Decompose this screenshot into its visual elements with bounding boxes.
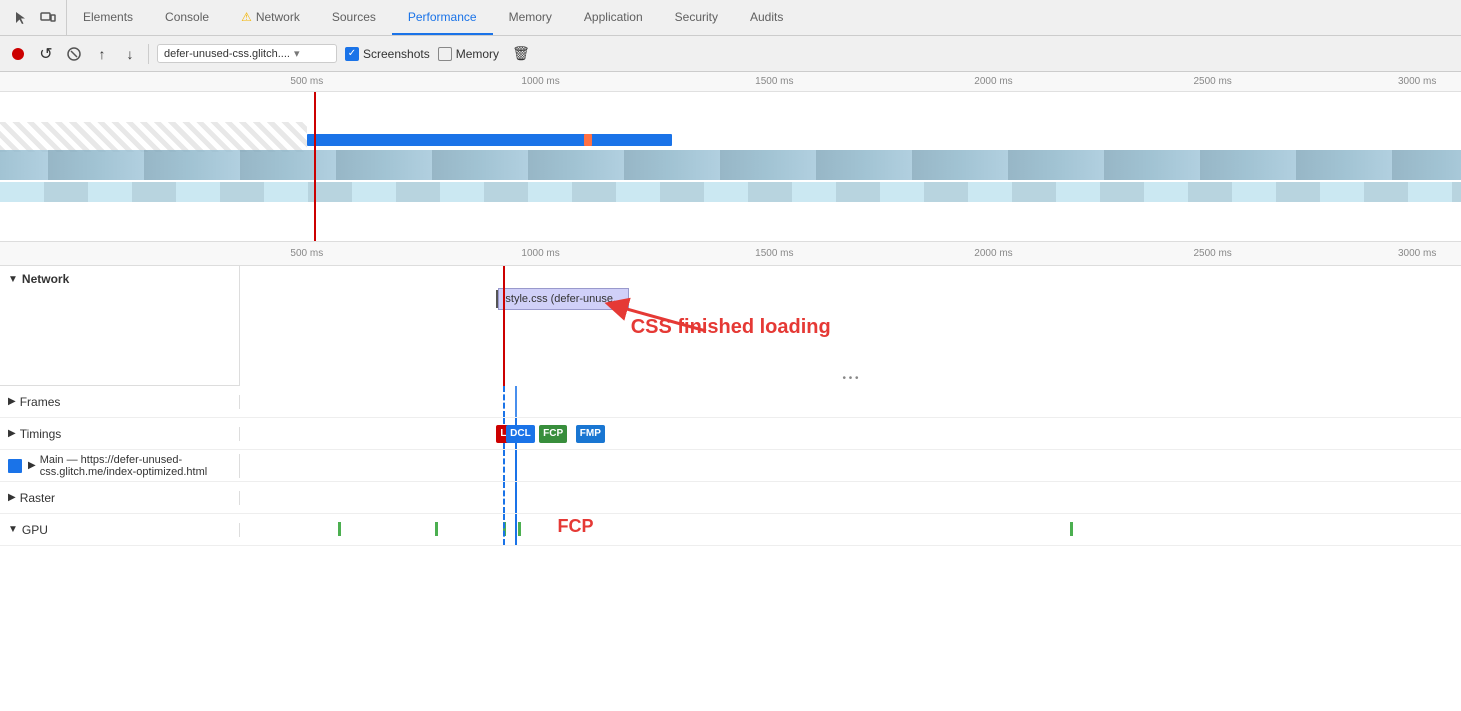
separator	[148, 44, 149, 64]
raster-blue-dashed	[503, 482, 505, 513]
gpu-label: ▼ GPU	[0, 523, 240, 537]
css-bar-body[interactable]: style.css (defer-unuse...	[498, 288, 629, 310]
css-bar-container: style.css (defer-unuse...	[496, 288, 629, 310]
network-red-line	[503, 266, 505, 386]
tick-3000: 3000 ms	[1398, 76, 1436, 87]
tab-sources[interactable]: Sources	[316, 0, 392, 35]
gpu-row: ▼ GPU FCP	[0, 514, 1461, 546]
frames-expand-icon[interactable]: ▶	[8, 396, 16, 407]
network-timeline: style.css (defer-unuse... CSS finished l…	[240, 266, 1461, 386]
network-bar	[307, 134, 672, 146]
network-bar-marker	[584, 134, 592, 146]
trash-button[interactable]: 🗑	[511, 44, 531, 64]
toolbar: ↺ ↑ ↓ defer-unused-css.glitch.... ▾ ✓ Sc…	[0, 36, 1461, 72]
record-button[interactable]	[8, 44, 28, 64]
gpu-bar-5	[1070, 522, 1073, 536]
raster-expand-icon[interactable]: ▶	[8, 492, 16, 503]
gpu-expand-icon[interactable]: ▼	[8, 524, 18, 535]
tab-security[interactable]: Security	[659, 0, 734, 35]
tab-performance[interactable]: Performance	[392, 0, 493, 35]
gpu-blue-solid	[515, 514, 517, 545]
raster-row: ▶ Raster	[0, 482, 1461, 514]
btick-500: 500 ms	[290, 248, 323, 259]
screenshot-strip	[0, 150, 1461, 180]
loading-hatch	[0, 122, 307, 152]
network-label-col: ▼ Network	[0, 266, 240, 385]
warning-icon: ⚠	[241, 10, 252, 24]
bottom-section: ▶ Frames ▶ Timings L DCL FCP FMP	[0, 386, 1461, 711]
devtools-icons	[4, 0, 67, 35]
timeline-overview: 500 ms 1000 ms 1500 ms 2000 ms 2500 ms 3…	[0, 72, 1461, 242]
reload-button[interactable]: ↺	[36, 44, 56, 64]
tick-2500: 2500 ms	[1193, 76, 1231, 87]
badge-fmp: FMP	[576, 425, 605, 443]
raster-label: ▶ Raster	[0, 491, 240, 505]
chevron-down-icon: ▾	[294, 47, 300, 60]
tab-bar: Elements Console ⚠ Network Sources Perfo…	[0, 0, 1461, 36]
tick-500: 500 ms	[290, 76, 323, 87]
tab-memory[interactable]: Memory	[493, 0, 568, 35]
btick-3000: 3000 ms	[1398, 248, 1436, 259]
gpu-bar-1	[338, 522, 341, 536]
network-panel: ▼ Network style.css (defer-unuse...	[0, 266, 1461, 386]
main-expand-icon[interactable]: ▶	[28, 460, 36, 471]
time-ruler-top: 500 ms 1000 ms 1500 ms 2000 ms 2500 ms 3…	[0, 72, 1461, 92]
gpu-blue-dashed	[503, 514, 505, 545]
memory-checkbox[interactable]	[438, 47, 452, 61]
main-row: ▶ Main — https://defer-unused-css.glitch…	[0, 450, 1461, 482]
btick-2500: 2500 ms	[1193, 248, 1231, 259]
clear-button[interactable]	[64, 44, 84, 64]
timings-content: L DCL FCP FMP	[240, 418, 1461, 449]
tick-2000: 2000 ms	[974, 76, 1012, 87]
download-button[interactable]: ↓	[120, 44, 140, 64]
btick-1500: 1500 ms	[755, 248, 793, 259]
tick-1500: 1500 ms	[755, 76, 793, 87]
frames-label: ▶ Frames	[0, 395, 240, 409]
main-content	[240, 450, 1461, 481]
main-blue-dashed	[503, 450, 505, 481]
frames-row: ▶ Frames	[0, 386, 1461, 418]
gpu-content: FCP	[240, 514, 1461, 545]
main-blue-solid	[515, 450, 517, 481]
tab-elements[interactable]: Elements	[67, 0, 149, 35]
timings-expand-icon[interactable]: ▶	[8, 428, 16, 439]
gpu-bar-4	[518, 522, 521, 536]
upload-button[interactable]: ↑	[92, 44, 112, 64]
frames-content	[240, 386, 1461, 417]
fcp-annotation-label: FCP	[557, 516, 593, 537]
btick-1000: 1000 ms	[521, 248, 559, 259]
red-playhead-line	[314, 92, 316, 242]
main-label: ▶ Main — https://defer-unused-css.glitch…	[0, 454, 240, 478]
frames-blue-solid	[515, 386, 517, 417]
tab-application[interactable]: Application	[568, 0, 659, 35]
frames-blue-dashed	[503, 386, 505, 417]
url-selector[interactable]: defer-unused-css.glitch.... ▾	[157, 44, 337, 63]
tab-console[interactable]: Console	[149, 0, 225, 35]
screenshots-checkbox[interactable]: ✓	[345, 47, 359, 61]
memory-checkbox-group[interactable]: Memory	[438, 47, 499, 61]
network-collapse-icon[interactable]: ▼	[8, 274, 18, 285]
screenshot-strip-2	[0, 182, 1461, 202]
btick-2000: 2000 ms	[974, 248, 1012, 259]
timings-label: ▶ Timings	[0, 427, 240, 441]
cursor-icon[interactable]	[12, 8, 32, 28]
resize-handle[interactable]: • • •	[842, 373, 858, 384]
gpu-bar-2	[435, 522, 438, 536]
raster-blue-solid	[515, 482, 517, 513]
main-color-box	[8, 459, 22, 473]
timeline-canvas[interactable]	[0, 92, 1461, 242]
timings-row: ▶ Timings L DCL FCP FMP	[0, 418, 1461, 450]
tick-1000: 1000 ms	[521, 76, 559, 87]
network-label: ▼ Network	[0, 266, 239, 292]
screenshots-checkbox-group[interactable]: ✓ Screenshots	[345, 47, 430, 61]
tab-audits[interactable]: Audits	[734, 0, 799, 35]
time-ruler-bottom: 500 ms 1000 ms 1500 ms 2000 ms 2500 ms 3…	[0, 242, 1461, 266]
badge-dcl: DCL	[506, 425, 535, 443]
raster-content	[240, 482, 1461, 513]
css-finished-label: CSS finished loading	[631, 316, 831, 339]
device-toggle-icon[interactable]	[38, 8, 58, 28]
tab-network[interactable]: ⚠ Network	[225, 0, 316, 35]
badge-fcp: FCP	[539, 425, 567, 443]
